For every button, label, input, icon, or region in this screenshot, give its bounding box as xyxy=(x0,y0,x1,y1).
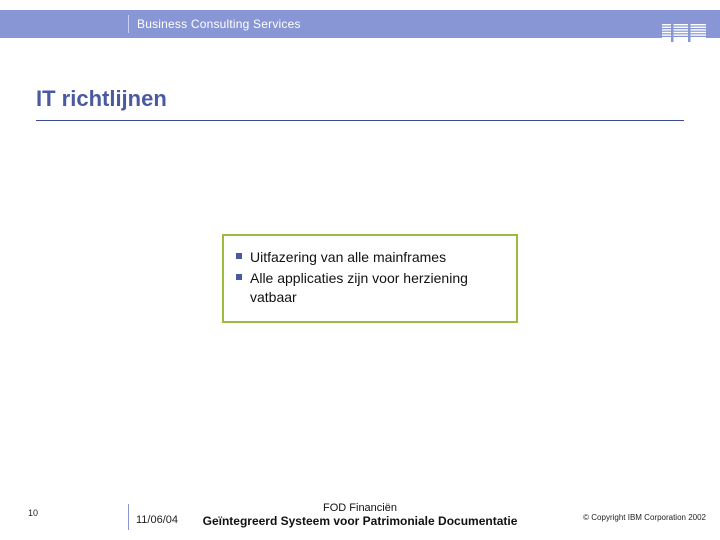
footer-copyright: © Copyright IBM Corporation 2002 xyxy=(583,513,706,522)
callout-item: Uitfazering van alle mainframes xyxy=(236,248,504,267)
callout-item: Alle applicaties zijn voor herziening va… xyxy=(236,269,504,307)
page-title: IT richtlijnen xyxy=(36,86,684,112)
callout-box: Uitfazering van alle mainframes Alle app… xyxy=(222,234,518,323)
header-band: Business Consulting Services xyxy=(0,10,720,38)
title-rule xyxy=(36,120,684,121)
title-block: IT richtlijnen xyxy=(36,86,684,121)
header-inner: Business Consulting Services xyxy=(128,10,301,38)
header-divider xyxy=(128,15,129,33)
callout-list: Uitfazering van alle mainframes Alle app… xyxy=(236,248,504,307)
ibm-logo-icon xyxy=(662,24,706,47)
slide: Business Consulting Services xyxy=(0,0,720,540)
header-brand-unit: Business Consulting Services xyxy=(137,17,301,31)
